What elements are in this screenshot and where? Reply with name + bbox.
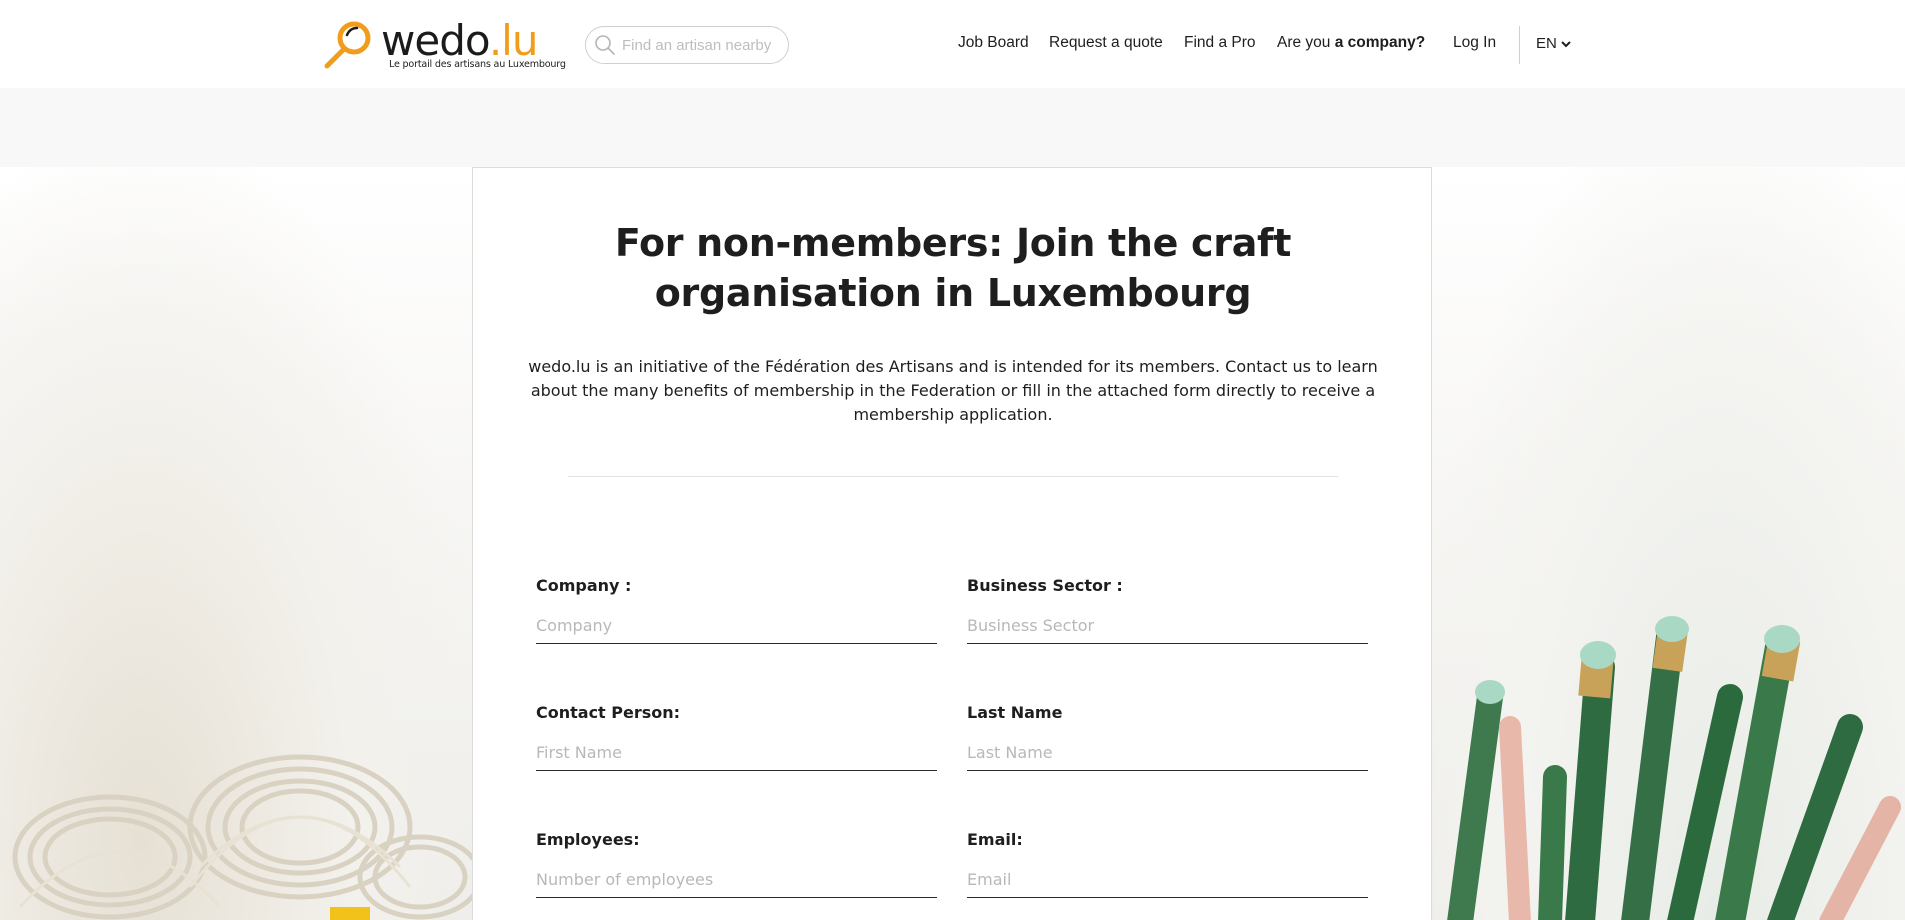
intro-text: wedo.lu is an initiative of the Fédérati… bbox=[528, 357, 1378, 424]
logo-tagline: Le portail des artisans au Luxembourg bbox=[389, 59, 566, 70]
logo-wordmark: wedo.lu bbox=[381, 16, 539, 65]
membership-card: For non-members: Join the craft organisa… bbox=[472, 167, 1432, 920]
first-name-input[interactable] bbox=[536, 739, 937, 771]
search-input[interactable] bbox=[622, 36, 782, 54]
last-name-field: Last Name bbox=[967, 703, 1368, 771]
nav-divider bbox=[1519, 26, 1520, 64]
subheader-band bbox=[0, 88, 1905, 167]
employees-field: Employees: bbox=[536, 830, 937, 898]
nav-log-in[interactable]: Log In bbox=[1453, 34, 1496, 52]
language-label: EN bbox=[1536, 35, 1557, 52]
logo-word-part2: .lu bbox=[488, 16, 539, 65]
email-label: Email: bbox=[967, 830, 1023, 849]
logo[interactable]: wedo.lu Le portail des artisans au Luxem… bbox=[323, 16, 566, 74]
page-title: For non-members: Join the craft organisa… bbox=[614, 221, 1292, 315]
company-label: Company : bbox=[536, 576, 632, 595]
nav-request-quote[interactable]: Request a quote bbox=[1049, 34, 1163, 52]
business-sector-input[interactable] bbox=[967, 612, 1368, 644]
search-icon bbox=[595, 35, 615, 55]
logo-word-part1: wedo bbox=[381, 16, 490, 65]
contact-person-label: Contact Person: bbox=[536, 703, 681, 722]
email-field: Email: bbox=[967, 830, 1368, 898]
yarn-skeins-image bbox=[12, 754, 480, 920]
company-field: Company : bbox=[536, 576, 937, 644]
last-name-input[interactable] bbox=[967, 739, 1368, 771]
contact-person-field: Contact Person: bbox=[536, 703, 937, 771]
search-box[interactable] bbox=[585, 26, 789, 64]
company-input[interactable] bbox=[536, 612, 937, 644]
email-input[interactable] bbox=[967, 866, 1368, 898]
nav-find-pro[interactable]: Find a Pro bbox=[1184, 34, 1256, 52]
nav-company-bold: a company? bbox=[1334, 34, 1426, 51]
pencils-image bbox=[1447, 616, 1901, 920]
nav-company-prefix: Are you bbox=[1277, 34, 1331, 51]
site-header: wedo.lu Le portail des artisans au Luxem… bbox=[0, 0, 1905, 88]
employees-input[interactable] bbox=[536, 866, 937, 898]
language-selector[interactable]: EN bbox=[1536, 35, 1572, 52]
employees-label: Employees: bbox=[536, 830, 640, 849]
nav-company-link[interactable]: Are you a company? bbox=[1277, 34, 1425, 52]
nav-job-board[interactable]: Job Board bbox=[958, 34, 1029, 52]
last-name-label: Last Name bbox=[967, 703, 1063, 722]
chevron-down-icon bbox=[1561, 40, 1571, 47]
business-sector-field: Business Sector : bbox=[967, 576, 1368, 644]
divider bbox=[568, 476, 1338, 477]
business-sector-label: Business Sector : bbox=[967, 576, 1123, 595]
magnifier-logo-icon bbox=[324, 21, 371, 69]
